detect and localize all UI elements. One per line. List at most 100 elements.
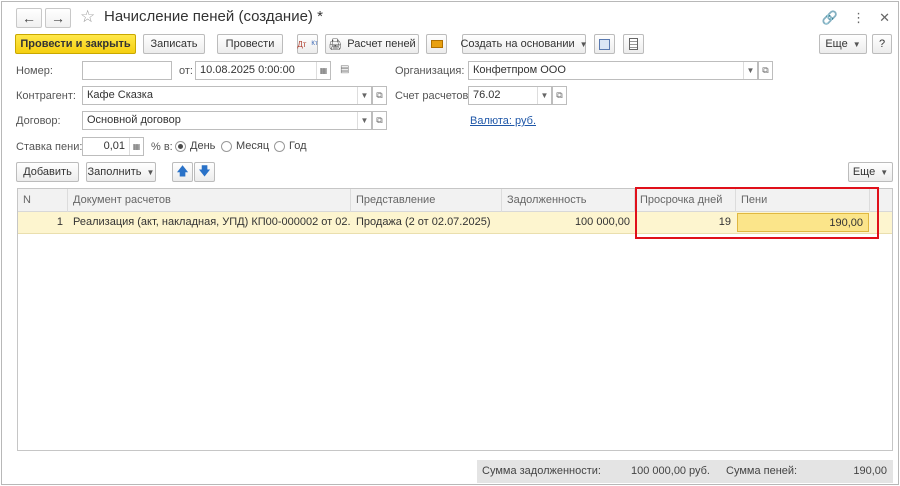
create-based-label: Создать на основании [460,38,575,50]
radio-month[interactable]: Месяц [221,140,269,152]
contractor-label: Контрагент: [16,90,76,102]
chevron-down-icon: ▼ [579,39,588,49]
chevron-down-icon[interactable]: ▼ [537,87,551,104]
account-label: Счет расчетов: [395,90,472,102]
cell-document[interactable]: Реализация (акт, накладная, УПД) КП00-00… [68,212,351,234]
move-up-button[interactable]: 🡅 [172,162,193,182]
post-button[interactable]: Провести [217,34,283,54]
date-value: 10.08.2025 0:00:00 [200,64,295,76]
column-header-representation[interactable]: Представление [351,189,502,212]
structure-button[interactable] [594,34,615,54]
open-icon: ⧉ [762,65,769,75]
menu-dots-icon[interactable]: ⋮ [852,10,865,26]
cell-representation[interactable]: Продажа (2 от 02.07.2025) [351,212,502,234]
rate-field[interactable]: 0,01 ▦ [82,137,144,156]
cell-debt[interactable]: 100 000,00 [502,212,635,234]
open-icon: ⧉ [376,115,383,125]
organization-value: Конфетпром ООО [473,64,566,76]
save-button[interactable]: Записать [143,34,205,54]
envelope-icon [430,40,443,48]
organization-field[interactable]: Конфетпром ООО ▼ [468,61,758,80]
chevron-down-icon[interactable]: ▼ [743,62,757,79]
rate-value: 0,01 [103,140,125,152]
more-label: Еще [825,38,848,50]
star-icon[interactable]: ☆ [80,7,95,27]
window-controls: 🔗 ⋮ ✕ [822,10,890,26]
totals-footer: Сумма задолженности: 100 000,00 руб. Сум… [477,460,893,483]
calc-penalty-label: Расчет пеней [347,38,416,50]
dt-kt-icon[interactable]: Дт Кт [297,34,318,54]
chevron-down-icon: ▼ [146,167,155,177]
radio-month-label: Месяц [236,140,270,152]
highlight-box [635,187,879,239]
penalty-total-value: 190,00 [853,465,887,477]
radio-dot [175,140,186,152]
fill-button[interactable]: Заполнить ▼ [86,162,156,182]
back-button[interactable]: ← [16,8,42,28]
structure-icon [599,38,610,50]
notes-icon[interactable]: ▤ [340,64,349,75]
penalty-total-label: Сумма пеней: [726,465,798,477]
report-button[interactable] [623,34,644,54]
chevron-down-icon: ▼ [852,39,861,49]
cell-n[interactable]: 1 [18,212,68,234]
calc-penalty-button[interactable]: 🖨 Расчет пеней [325,34,419,54]
number-field[interactable] [82,61,172,80]
radio-dot [274,140,285,152]
open-organization-button[interactable]: ⧉ [758,61,773,80]
account-value: 76.02 [473,89,501,101]
chevron-down-icon[interactable]: ▼ [357,112,371,129]
email-button[interactable] [426,34,447,54]
radio-dot [221,140,232,152]
post-and-close-button[interactable]: Провести и закрыть [15,34,136,54]
move-down-button[interactable]: 🡇 [194,162,215,182]
arrow-up-icon: 🡅 [176,163,189,178]
chevron-down-icon: ▼ [880,167,889,177]
add-row-button[interactable]: Добавить [16,162,79,182]
calendar-icon[interactable]: ▦ [316,62,330,79]
fill-label: Заполнить [87,166,142,178]
radio-year[interactable]: Год [274,140,307,152]
date-field[interactable]: 10.08.2025 0:00:00 ▦ [195,61,331,80]
rate-label: Ставка пени: [16,141,83,153]
chevron-down-icon[interactable]: ▼ [357,87,371,104]
from-label: от: [179,65,193,77]
contract-value: Основной договор [87,114,181,126]
currency-label: руб. [689,465,710,477]
open-contractor-button[interactable]: ⧉ [372,86,387,105]
help-button[interactable]: ? [872,34,892,54]
arrow-left-icon: ← [22,10,36,26]
document-icon [629,38,638,50]
calculator-icon[interactable]: ▦ [129,138,143,155]
column-header-document[interactable]: Документ расчетов [68,189,351,212]
contractor-field[interactable]: Кафе Сказка ▼ [82,86,372,105]
open-icon: ⧉ [556,90,563,100]
radio-day-label: День [190,140,216,152]
contract-field[interactable]: Основной договор ▼ [82,111,372,130]
debt-total-value: 100 000,00 [631,465,687,477]
forward-button[interactable]: → [45,8,71,28]
page-title: Начисление пеней (создание) * [104,8,323,25]
contract-label: Договор: [16,115,61,127]
more-button[interactable]: Еще ▼ [819,34,867,54]
open-account-button[interactable]: ⧉ [552,86,567,105]
printer-icon: 🖨 [328,38,343,51]
currency-link[interactable]: Валюта: руб. [470,115,536,127]
arrow-down-icon: 🡇 [198,163,211,178]
organization-label: Организация: [395,65,465,77]
close-icon[interactable]: ✕ [879,10,890,26]
arrow-right-icon: → [51,10,65,26]
create-based-button[interactable]: Создать на основании ▼ [460,34,588,54]
column-header-debt[interactable]: Задолженность [502,189,635,212]
link-icon[interactable]: 🔗 [822,10,838,26]
contractor-value: Кафе Сказка [87,89,153,101]
table-more-label: Еще [852,166,876,178]
column-header-n[interactable]: N [18,189,68,212]
radio-day[interactable]: День [175,140,215,152]
account-field[interactable]: 76.02 ▼ [468,86,552,105]
open-icon: ⧉ [376,90,383,100]
open-contract-button[interactable]: ⧉ [372,111,387,130]
table-more-button[interactable]: Еще ▼ [848,162,893,182]
document-window: ← → ☆ Начисление пеней (создание) * 🔗 ⋮ … [1,1,899,485]
per-label: % в: [151,141,173,153]
